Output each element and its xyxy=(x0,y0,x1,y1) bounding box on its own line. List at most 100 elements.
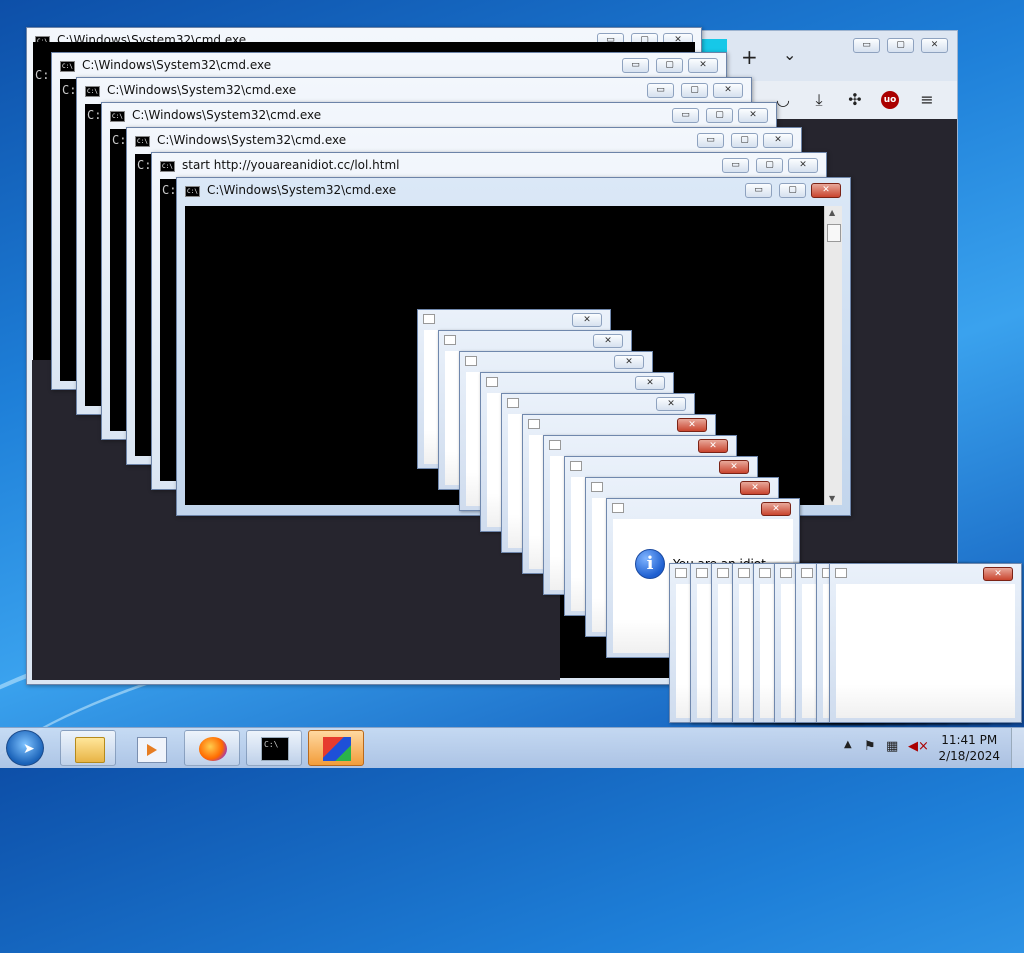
window-title: C:\Windows\System32\cmd.exe xyxy=(107,83,297,97)
minimize-button[interactable]: ▭ xyxy=(622,58,649,73)
cmd-icon: C:\ xyxy=(185,186,200,197)
window-icon xyxy=(444,335,456,345)
taskbar-media-player-button[interactable] xyxy=(122,730,178,766)
close-button[interactable]: ✕ xyxy=(677,418,707,432)
ublock-icon[interactable]: uo xyxy=(881,91,899,109)
taskbar-cmd-button[interactable]: C:\ xyxy=(246,730,302,766)
minimize-button[interactable]: ▭ xyxy=(647,83,674,98)
titlebar: C:\ C:\Windows\System32\cmd.exe ▭ ▢ ✕ xyxy=(77,78,751,104)
message-box-front-right[interactable]: ✕ xyxy=(829,563,1022,723)
clock-time: 11:41 PM xyxy=(941,733,998,747)
cmd-icon: C:\ xyxy=(85,86,100,97)
titlebar: C:\ start http://youareanidiot.cc/lol.ht… xyxy=(152,153,826,179)
firefox-close-button[interactable]: ✕ xyxy=(921,38,948,53)
maximize-button[interactable]: ▢ xyxy=(706,108,733,123)
minimize-button[interactable]: ▭ xyxy=(722,158,749,173)
firefox-icon xyxy=(199,737,227,761)
close-button[interactable]: ✕ xyxy=(572,313,602,327)
prompt-text: C: xyxy=(112,133,127,147)
volume-muted-icon[interactable]: ◀× xyxy=(908,739,929,754)
firefox-maximize-button[interactable]: ▢ xyxy=(887,38,914,53)
window-title: C:\Windows\System32\cmd.exe xyxy=(82,58,272,72)
minimize-button[interactable]: ▭ xyxy=(672,108,699,123)
window-icon xyxy=(507,398,519,408)
window-icon xyxy=(696,568,708,578)
close-button[interactable]: ✕ xyxy=(738,108,768,123)
close-button[interactable]: ✕ xyxy=(761,502,791,516)
close-button[interactable]: ✕ xyxy=(713,83,743,98)
close-button[interactable]: ✕ xyxy=(698,439,728,453)
close-button[interactable]: ✕ xyxy=(763,133,793,148)
titlebar: C:\ C:\Windows\System32\cmd.exe ▭ ▢ ✕ xyxy=(127,128,801,154)
cmd-icon: C:\ xyxy=(160,161,175,172)
vertical-scrollbar[interactable]: ▲ ▼ xyxy=(824,206,842,505)
list-tabs-chevron-icon[interactable]: ⌄ xyxy=(783,45,796,64)
window-icon xyxy=(486,377,498,387)
close-button[interactable]: ✕ xyxy=(788,158,818,173)
system-tray: ▲ ⚑ ▦ ◀× 11:41 PM 2/18/2024 xyxy=(824,728,1024,768)
window-icon xyxy=(780,568,792,578)
window-icon xyxy=(465,356,477,366)
action-center-flag-icon[interactable]: ⚑ xyxy=(864,739,876,754)
prompt-text: C: xyxy=(62,83,77,97)
close-button[interactable]: ✕ xyxy=(635,376,665,390)
maximize-button[interactable]: ▢ xyxy=(756,158,783,173)
window-icon xyxy=(549,440,561,450)
window-icon xyxy=(835,568,847,578)
scroll-thumb[interactable] xyxy=(827,224,841,242)
close-button[interactable]: ✕ xyxy=(593,334,623,348)
cmd-icon: C:\ xyxy=(135,136,150,147)
close-button[interactable]: ✕ xyxy=(983,567,1013,581)
taskbar-explorer-button[interactable] xyxy=(60,730,116,766)
minimize-button[interactable]: ▭ xyxy=(745,183,772,198)
info-icon: i xyxy=(635,549,665,579)
close-button[interactable]: ✕ xyxy=(614,355,644,369)
new-tab-icon[interactable]: + xyxy=(741,45,758,69)
firefox-minimize-button[interactable]: ▭ xyxy=(853,38,880,53)
menu-icon[interactable]: ≡ xyxy=(917,90,937,110)
titlebar: C:\ C:\Windows\System32\cmd.exe ▭ ▢ ✕ xyxy=(52,53,726,79)
taskbar: ➤ C:\ ▲ ⚑ ▦ ◀× 11:41 PM 2/18/2024 xyxy=(0,727,1024,768)
taskbar-firefox-button[interactable] xyxy=(184,730,240,766)
window-icon xyxy=(801,568,813,578)
titlebar: C:\ C:\Windows\System32\cmd.exe ▭ ▢ ✕ xyxy=(177,178,850,204)
taskbar-app-button-active[interactable] xyxy=(308,730,364,766)
close-button[interactable]: ✕ xyxy=(719,460,749,474)
prompt-text: C: xyxy=(87,108,102,122)
titlebar: C:\ C:\Windows\System32\cmd.exe ▭ ▢ ✕ xyxy=(102,103,776,129)
window-icon xyxy=(717,568,729,578)
prompt-text: C: xyxy=(137,158,152,172)
maximize-button[interactable]: ▢ xyxy=(681,83,708,98)
maximize-button[interactable]: ▢ xyxy=(656,58,683,73)
window-icon xyxy=(759,568,771,578)
maximize-button[interactable]: ▢ xyxy=(731,133,758,148)
extensions-icon[interactable]: ✣ xyxy=(845,90,865,110)
scroll-up-arrow-icon[interactable]: ▲ xyxy=(829,208,835,217)
close-button[interactable]: ✕ xyxy=(656,397,686,411)
downloads-icon[interactable]: ⤓ xyxy=(809,90,829,110)
window-icon xyxy=(612,503,624,513)
minimize-button[interactable]: ▭ xyxy=(697,133,724,148)
close-button[interactable]: ✕ xyxy=(811,183,841,198)
media-player-icon xyxy=(137,737,167,763)
clock-date: 2/18/2024 xyxy=(938,749,1000,763)
3d-cube-app-icon xyxy=(323,737,351,761)
clock[interactable]: 11:41 PM 2/18/2024 xyxy=(938,732,1000,764)
prompt-text: C: xyxy=(35,68,50,82)
window-icon xyxy=(738,568,750,578)
window-title: start http://youareanidiot.cc/lol.html xyxy=(182,158,400,172)
network-icon[interactable]: ▦ xyxy=(886,739,898,754)
window-icon xyxy=(570,461,582,471)
show-hidden-icons-icon[interactable]: ▲ xyxy=(844,739,852,750)
cmd-icon: C:\ xyxy=(261,737,289,761)
maximize-button[interactable]: ▢ xyxy=(779,183,806,198)
close-button[interactable]: ✕ xyxy=(688,58,718,73)
window-icon xyxy=(528,419,540,429)
start-button[interactable]: ➤ xyxy=(6,730,44,766)
scroll-down-arrow-icon[interactable]: ▼ xyxy=(829,494,835,503)
show-desktop-button[interactable] xyxy=(1011,728,1024,768)
window-title: C:\Windows\System32\cmd.exe xyxy=(207,183,397,197)
close-button[interactable]: ✕ xyxy=(740,481,770,495)
prompt-text: C: xyxy=(162,183,177,197)
cmd-icon: C:\ xyxy=(60,61,75,72)
